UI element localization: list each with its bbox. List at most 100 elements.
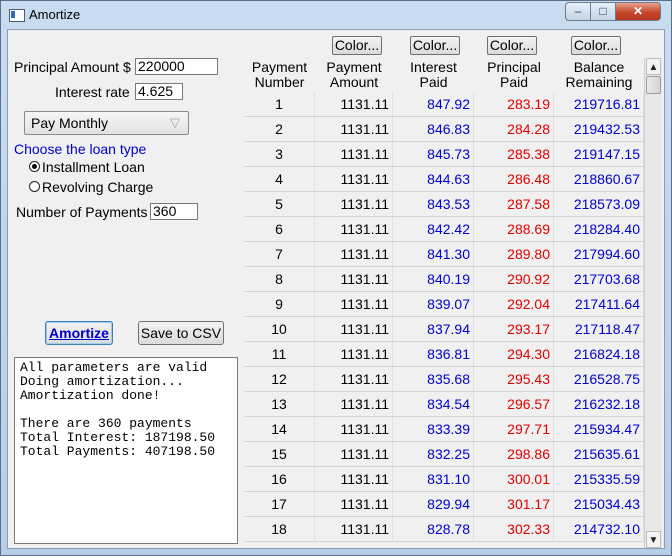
- revolving-charge-label[interactable]: Revolving Charge: [42, 179, 153, 195]
- interest-paid-cell: 828.78: [393, 517, 474, 541]
- table-row[interactable]: 11 1131.11 836.81 294.30 216824.18: [244, 342, 644, 367]
- interest-paid-cell: 845.73: [393, 142, 474, 166]
- payment-amount-cell: 1131.11: [315, 442, 393, 466]
- interest-paid-cell: 843.53: [393, 192, 474, 216]
- balance-remaining-cell: 215635.61: [554, 442, 644, 466]
- payment-number-cell: 11: [244, 342, 315, 366]
- table-row[interactable]: 15 1131.11 832.25 298.86 215635.61: [244, 442, 644, 467]
- payment-number-cell: 3: [244, 142, 315, 166]
- table-row[interactable]: 14 1131.11 833.39 297.71 215934.47: [244, 417, 644, 442]
- balance-remaining-cell: 216824.18: [554, 342, 644, 366]
- window-title: Amortize: [29, 7, 81, 22]
- principal-paid-cell: 286.48: [474, 167, 554, 191]
- balance-remaining-cell: 218860.67: [554, 167, 644, 191]
- table-row[interactable]: 12 1131.11 835.68 295.43 216528.75: [244, 367, 644, 392]
- interest-rate-input[interactable]: 4.625: [135, 83, 183, 100]
- payment-number-cell: 5: [244, 192, 315, 216]
- table-row[interactable]: 18 1131.11 828.78 302.33 214732.10: [244, 517, 644, 542]
- interest-paid-cell: 847.92: [393, 92, 474, 116]
- table-scrollbar[interactable]: ▲ ▼: [644, 58, 662, 548]
- balance-remaining-cell: 215034.43: [554, 492, 644, 516]
- balance-remaining-cell: 217118.47: [554, 317, 644, 341]
- payment-amount-cell: 1131.11: [315, 92, 393, 116]
- payment-number-cell: 14: [244, 417, 315, 441]
- window-icon: [9, 9, 25, 22]
- title-bar[interactable]: Amortize – □ ✕: [1, 1, 671, 29]
- payment-amount-cell: 1131.11: [315, 242, 393, 266]
- principal-paid-cell: 295.43: [474, 367, 554, 391]
- installment-loan-label[interactable]: Installment Loan: [42, 159, 145, 175]
- minimize-button[interactable]: –: [565, 2, 591, 21]
- save-to-csv-button[interactable]: Save to CSV: [138, 321, 224, 345]
- payment-frequency-select[interactable]: Pay Monthly ▽: [24, 111, 189, 135]
- principal-paid-cell: 292.04: [474, 292, 554, 316]
- payment-amount-cell: 1131.11: [315, 292, 393, 316]
- payment-amount-cell: 1131.11: [315, 342, 393, 366]
- table-row[interactable]: 8 1131.11 840.19 290.92 217703.68: [244, 267, 644, 292]
- principal-paid-cell: 289.80: [474, 242, 554, 266]
- balance-remaining-cell: 217411.64: [554, 292, 644, 316]
- interest-paid-cell: 834.54: [393, 392, 474, 416]
- principal-paid-cell: 285.38: [474, 142, 554, 166]
- table-row[interactable]: 17 1131.11 829.94 301.17 215034.43: [244, 492, 644, 517]
- table-row[interactable]: 6 1131.11 842.42 288.69 218284.40: [244, 217, 644, 242]
- balance-remaining-cell: 219716.81: [554, 92, 644, 116]
- payment-amount-cell: 1131.11: [315, 167, 393, 191]
- balance-remaining-cell: 219432.53: [554, 117, 644, 141]
- interest-paid-cell: 844.63: [393, 167, 474, 191]
- principal-paid-cell: 297.71: [474, 417, 554, 441]
- principal-input[interactable]: 220000: [135, 58, 218, 75]
- principal-paid-cell: 301.17: [474, 492, 554, 516]
- table-row[interactable]: 16 1131.11 831.10 300.01 215335.59: [244, 467, 644, 492]
- interest-paid-cell: 841.30: [393, 242, 474, 266]
- close-button[interactable]: ✕: [615, 2, 661, 21]
- installment-loan-radio[interactable]: [29, 161, 40, 172]
- interest-paid-color-button[interactable]: Color...: [410, 36, 460, 55]
- number-of-payments-label: Number of Payments: [16, 204, 148, 220]
- payment-number-cell: 7: [244, 242, 315, 266]
- app-window: Amortize – □ ✕ Principal Amount $ 220000…: [0, 0, 672, 556]
- table-row[interactable]: 1 1131.11 847.92 283.19 219716.81: [244, 92, 644, 117]
- interest-paid-cell: 839.07: [393, 292, 474, 316]
- payment-amount-cell: 1131.11: [315, 492, 393, 516]
- table-row[interactable]: 3 1131.11 845.73 285.38 219147.15: [244, 142, 644, 167]
- scroll-up-icon[interactable]: ▲: [646, 58, 661, 75]
- table-row[interactable]: 5 1131.11 843.53 287.58 218573.09: [244, 192, 644, 217]
- status-log: All parameters are valid Doing amortizat…: [14, 357, 238, 544]
- table-row[interactable]: 4 1131.11 844.63 286.48 218860.67: [244, 167, 644, 192]
- balance-remaining-cell: 214732.10: [554, 517, 644, 541]
- interest-paid-cell: 840.19: [393, 267, 474, 291]
- dropdown-arrow-icon: ▽: [170, 115, 180, 130]
- payment-number-cell: 17: [244, 492, 315, 516]
- scroll-down-icon[interactable]: ▼: [646, 531, 661, 548]
- payment-amount-color-button[interactable]: Color...: [332, 36, 382, 55]
- amortize-button[interactable]: Amortize: [45, 321, 113, 345]
- interest-paid-cell: 842.42: [393, 217, 474, 241]
- table-row[interactable]: 10 1131.11 837.94 293.17 217118.47: [244, 317, 644, 342]
- revolving-charge-radio[interactable]: [29, 181, 40, 192]
- principal-paid-cell: 300.01: [474, 467, 554, 491]
- scroll-thumb[interactable]: [646, 76, 661, 94]
- payment-number-cell: 1: [244, 92, 315, 116]
- principal-paid-color-button[interactable]: Color...: [487, 36, 537, 55]
- table-row[interactable]: 13 1131.11 834.54 296.57 216232.18: [244, 392, 644, 417]
- interest-paid-cell: 831.10: [393, 467, 474, 491]
- payment-number-cell: 4: [244, 167, 315, 191]
- payment-number-cell: 12: [244, 367, 315, 391]
- principal-paid-cell: 302.33: [474, 517, 554, 541]
- table-row[interactable]: 9 1131.11 839.07 292.04 217411.64: [244, 292, 644, 317]
- table-row[interactable]: 2 1131.11 846.83 284.28 219432.53: [244, 117, 644, 142]
- payment-amount-cell: 1131.11: [315, 192, 393, 216]
- table-row[interactable]: 7 1131.11 841.30 289.80 217994.60: [244, 242, 644, 267]
- number-of-payments-input[interactable]: 360: [150, 203, 198, 220]
- balance-remaining-color-button[interactable]: Color...: [571, 36, 621, 55]
- interest-paid-cell: 833.39: [393, 417, 474, 441]
- header-payment-amount: Payment Amount: [326, 59, 382, 90]
- principal-paid-cell: 287.58: [474, 192, 554, 216]
- balance-remaining-cell: 218284.40: [554, 217, 644, 241]
- payment-number-cell: 9: [244, 292, 315, 316]
- maximize-button[interactable]: □: [590, 2, 616, 21]
- amortization-table: Payment Number Payment Amount Interest Paid…: [244, 58, 664, 548]
- payment-number-cell: 10: [244, 317, 315, 341]
- payment-number-cell: 16: [244, 467, 315, 491]
